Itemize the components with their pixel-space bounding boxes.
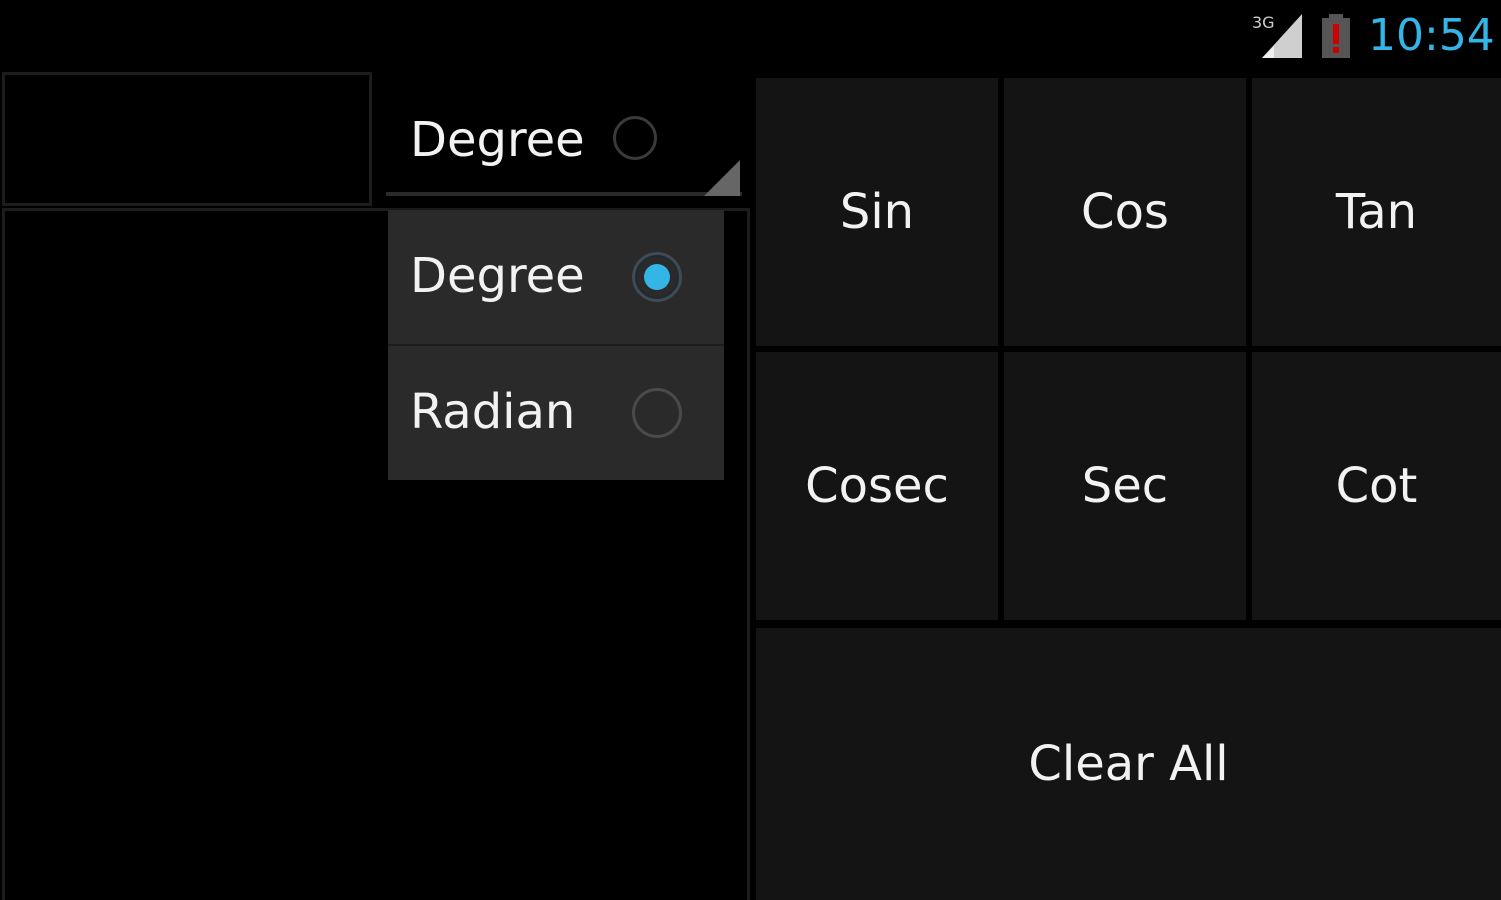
sin-button[interactable]: Sin <box>756 78 998 346</box>
svg-text:3G: 3G <box>1252 13 1275 32</box>
angle-input[interactable] <box>2 72 372 206</box>
battery-alert-icon <box>1322 14 1350 58</box>
cosec-button[interactable]: Cosec <box>756 352 998 620</box>
clock: 10:54 <box>1368 10 1495 61</box>
cos-button[interactable]: Cos <box>1004 78 1246 346</box>
dropdown-item-radian[interactable]: Radian <box>388 344 724 480</box>
unit-dropdown: Degree Radian <box>388 210 724 480</box>
cot-button[interactable]: Cot <box>1252 352 1501 620</box>
spinner-selected-label: Degree <box>410 112 585 168</box>
radio-checked-icon[interactable] <box>632 252 682 302</box>
tan-button[interactable]: Tan <box>1252 78 1501 346</box>
unit-spinner[interactable]: Degree <box>386 88 742 198</box>
spinner-radio-icon <box>613 116 657 160</box>
clear-all-button[interactable]: Clear All <box>756 628 1501 900</box>
spinner-corner-arrow-icon <box>704 160 740 196</box>
dropdown-item-degree[interactable]: Degree <box>388 210 724 344</box>
signal-3g-icon: 3G <box>1252 13 1302 58</box>
dropdown-item-label: Radian <box>410 384 576 440</box>
sec-button[interactable]: Sec <box>1004 352 1246 620</box>
status-bar: 3G 10:54 <box>0 0 1501 72</box>
radio-unchecked-icon[interactable] <box>632 388 682 438</box>
app-screen: 3G 10:54 Degree Degree Radian Sin Cos Ta… <box>0 0 1501 900</box>
spinner-underline <box>386 192 742 196</box>
dropdown-item-label: Degree <box>410 248 585 304</box>
